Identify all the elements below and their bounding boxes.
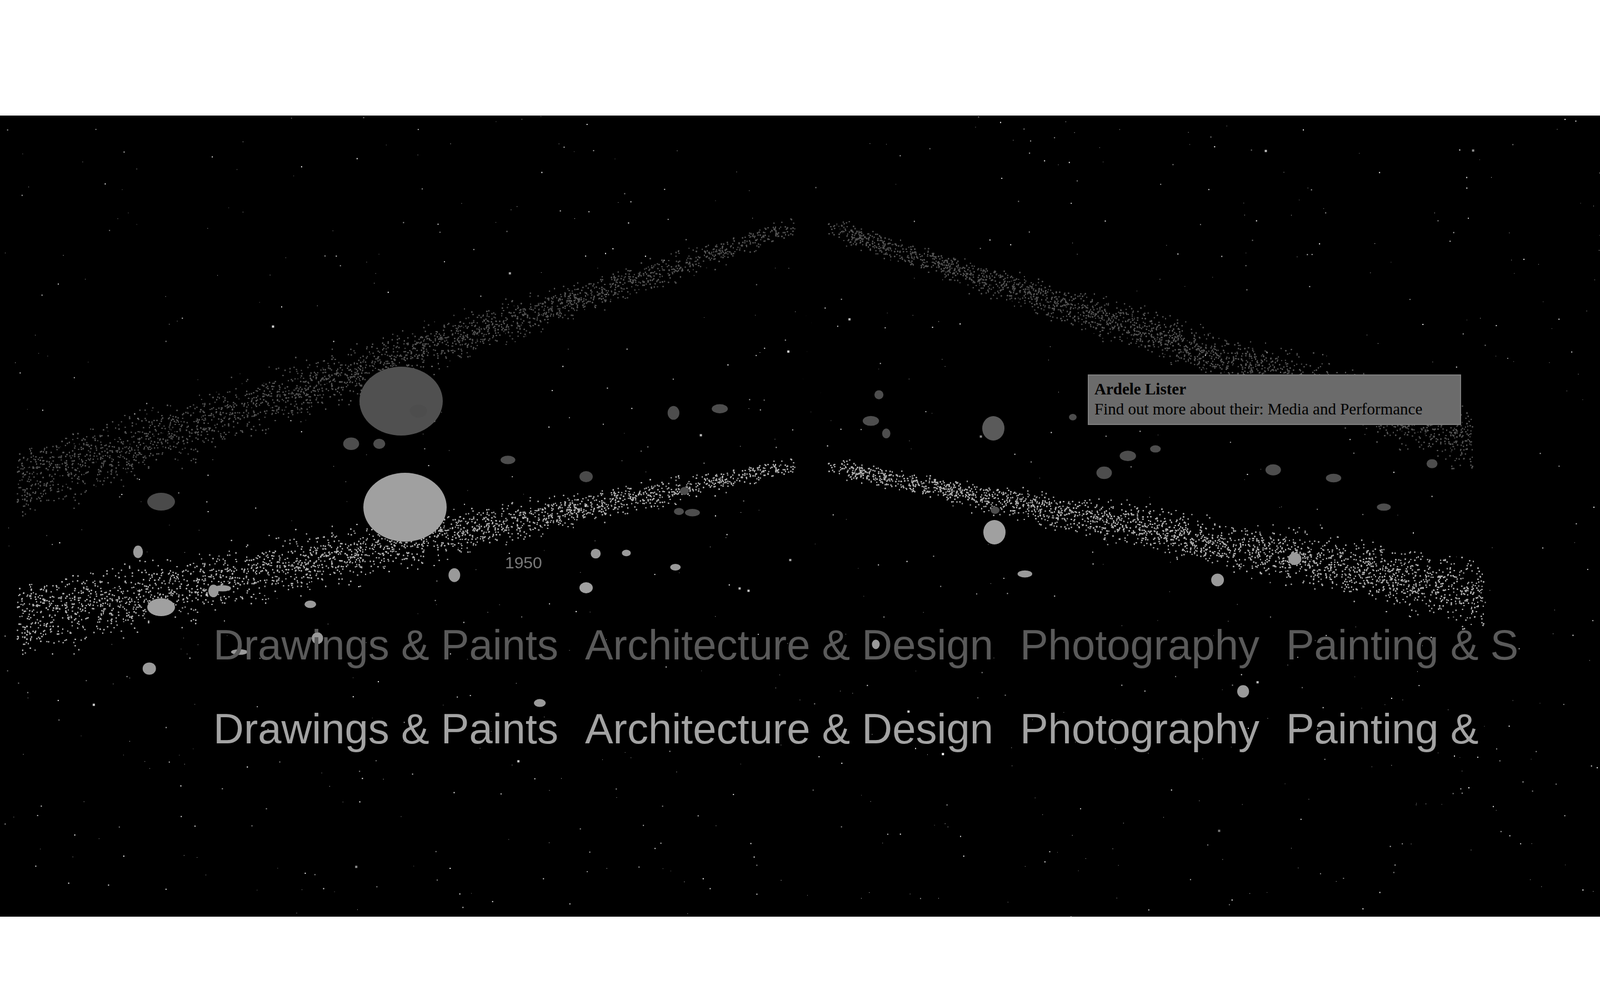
category-label[interactable]: Drawings & Paints (211, 618, 561, 672)
tooltip-text[interactable]: Find out more about their: Media and Per… (1094, 398, 1455, 419)
category-labels: Drawings & Paints Architecture & Design Ph… (0, 115, 1600, 755)
category-label[interactable]: Photography (1017, 702, 1262, 755)
category-row: Drawings & Paints Architecture & Design Ph… (211, 702, 1589, 755)
category-label[interactable]: Architecture & Design (582, 702, 996, 755)
category-label[interactable]: Painting & S (1283, 618, 1521, 672)
artist-tooltip[interactable]: Ardele ListerFind out more about their: … (1087, 374, 1462, 425)
particle-field[interactable] (0, 115, 1600, 917)
category-row: Drawings & Paints Architecture & Design Ph… (211, 618, 1589, 672)
visualization[interactable]: Drawings & Paints Architecture & Design Ph… (0, 115, 1600, 917)
category-label[interactable]: Architecture & Design (582, 618, 996, 672)
category-label[interactable]: Drawings & Paints (211, 702, 561, 755)
category-label[interactable]: Photography (1017, 618, 1262, 672)
top-band (0, 0, 1600, 116)
bottom-band (0, 916, 1600, 1000)
tooltip-title: Ardele Lister (1094, 378, 1455, 399)
year-label: 1950 (502, 548, 545, 577)
category-label[interactable]: Painting & (1283, 702, 1481, 755)
